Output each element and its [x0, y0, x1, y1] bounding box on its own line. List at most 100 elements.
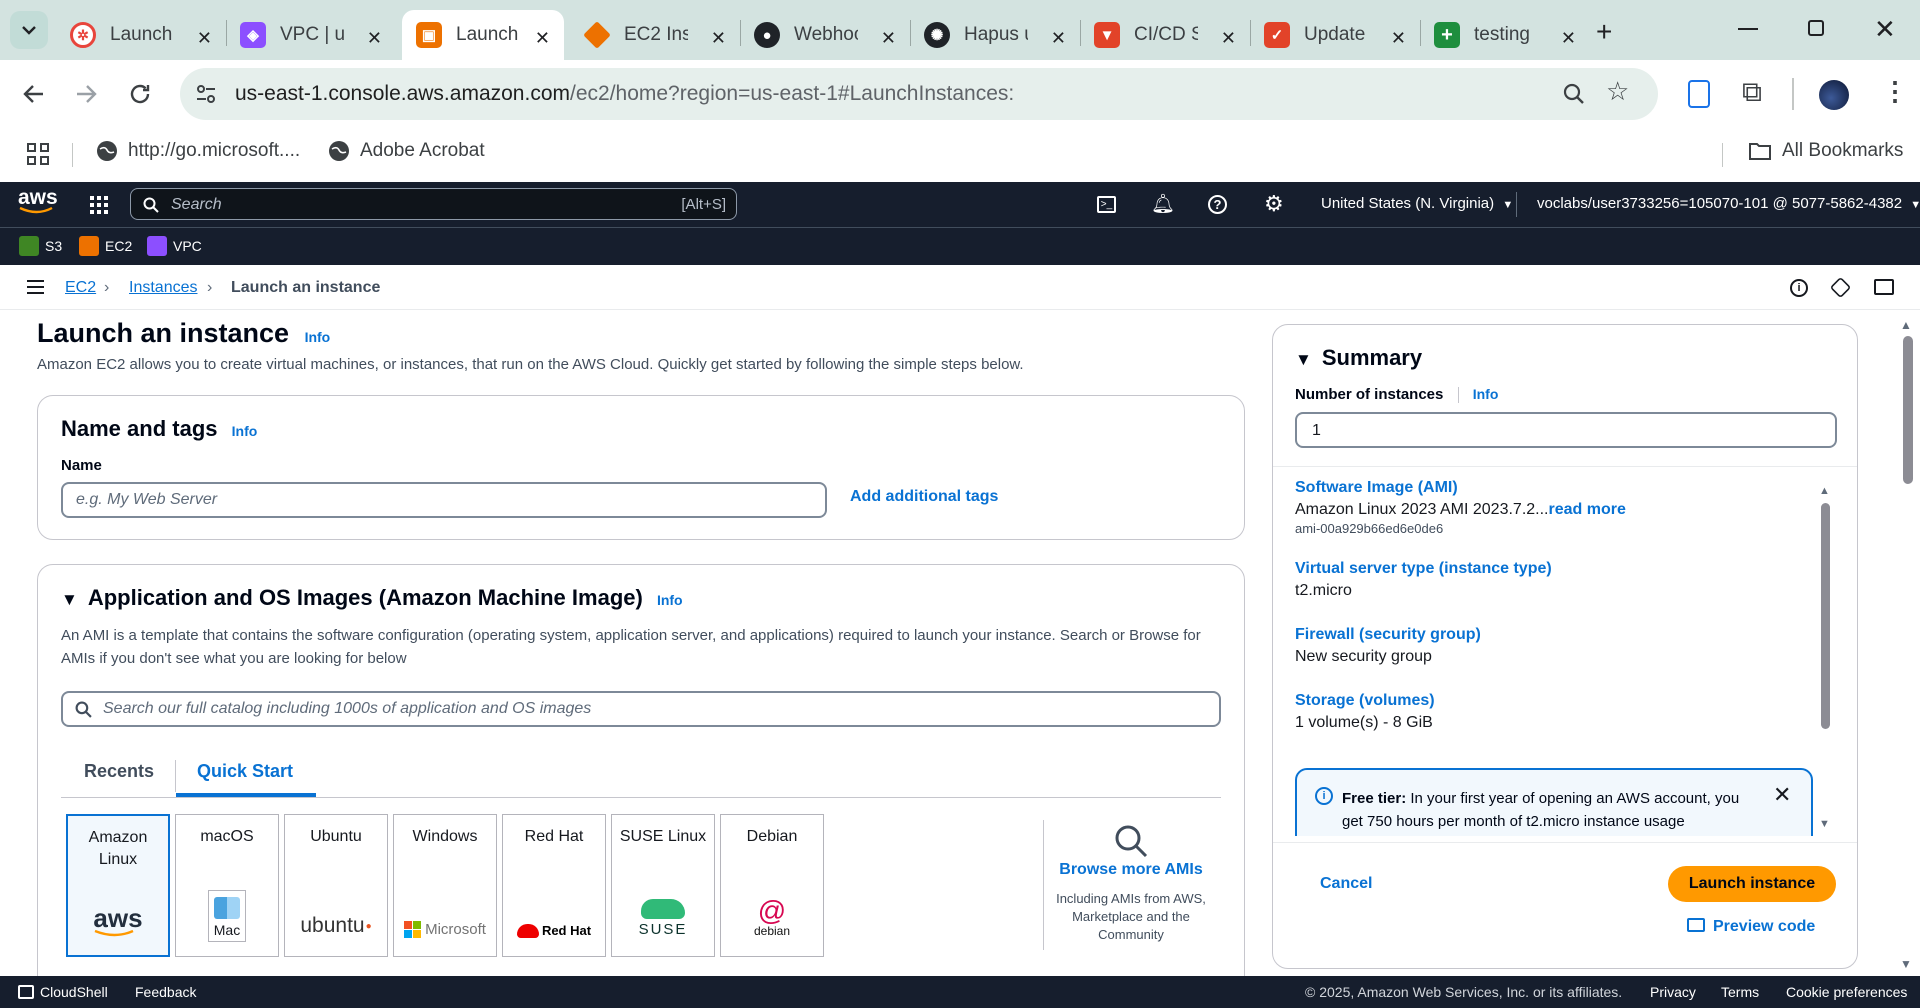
info-panel-icon[interactable]: i: [1790, 279, 1808, 297]
site-settings-icon[interactable]: [194, 82, 218, 106]
tab-close-icon[interactable]: ✕: [881, 28, 896, 49]
summary-scroll-down-icon[interactable]: ▼: [1819, 818, 1830, 830]
summary-firewall-link[interactable]: Firewall (security group): [1295, 626, 1805, 644]
summary-instance-type-link[interactable]: Virtual server type (instance type): [1295, 560, 1805, 578]
terms-link[interactable]: Terms: [1721, 984, 1759, 1000]
bookmarks-divider: [1722, 143, 1723, 167]
ami-card-windows[interactable]: Windows Microsoft: [393, 814, 497, 957]
ami-card-redhat[interactable]: Red Hat Red Hat: [502, 814, 606, 957]
collapse-caret-icon[interactable]: ▼: [61, 590, 78, 609]
zoom-icon[interactable]: [1562, 82, 1586, 106]
ami-info-link[interactable]: Info: [657, 592, 683, 608]
region-selector[interactable]: United States (N. Virginia) ▼: [1321, 195, 1513, 212]
tab-close-icon[interactable]: ✕: [535, 28, 550, 49]
settings-gear-icon[interactable]: ⚙: [1264, 191, 1284, 217]
browser-tab-1[interactable]: ◈ VPC | us ✕: [226, 10, 396, 60]
side-nav-menu-icon[interactable]: [27, 280, 44, 294]
page-scrollbar-thumb[interactable]: [1903, 336, 1913, 484]
extensions-puzzle-icon[interactable]: ⧉: [1742, 76, 1762, 109]
page-info-link[interactable]: Info: [305, 329, 331, 345]
page-scroll-down-icon[interactable]: ▼: [1900, 957, 1912, 971]
bookmark-star-icon[interactable]: ☆: [1606, 76, 1629, 107]
favorite-ec2[interactable]: EC2: [79, 236, 132, 256]
ami-card-amazon-linux[interactable]: Amazon Linux aws: [66, 814, 170, 957]
feedback-screen-icon[interactable]: [1874, 279, 1894, 295]
summary-scrollbar-thumb[interactable]: [1821, 503, 1830, 729]
cloudshell-button[interactable]: CloudShell: [18, 984, 108, 1000]
account-menu[interactable]: voclabs/user3733256=105070-101 @ 5077-58…: [1537, 195, 1920, 212]
browser-tab-4[interactable]: ● Webhoo ✕: [740, 10, 910, 60]
browser-tab-7[interactable]: ✓ Update ✕: [1250, 10, 1420, 60]
aws-logo[interactable]: aws: [18, 187, 58, 214]
summary-scroll-up-icon[interactable]: ▲: [1819, 485, 1830, 497]
browser-tab-8[interactable]: + testing ✕: [1420, 10, 1590, 60]
tab-close-icon[interactable]: ✕: [1051, 28, 1066, 49]
summary-storage-link[interactable]: Storage (volumes): [1295, 692, 1805, 710]
github-icon: ●: [754, 22, 780, 48]
minimize-window-icon[interactable]: [1738, 28, 1758, 30]
apps-grid-icon[interactable]: [27, 143, 49, 165]
name-tags-info-link[interactable]: Info: [232, 423, 258, 439]
browser-tab-active[interactable]: ▣ Launch ✕: [402, 10, 564, 60]
tab-close-icon[interactable]: ✕: [1561, 28, 1576, 49]
tab-quick-start[interactable]: Quick Start: [197, 761, 293, 782]
privacy-link[interactable]: Privacy: [1650, 984, 1696, 1000]
tab-recents[interactable]: Recents: [84, 761, 154, 782]
notifications-bell-icon[interactable]: 🔔︎: [1151, 192, 1175, 216]
reading-mode-icon[interactable]: [1688, 80, 1710, 108]
restore-window-icon[interactable]: [1808, 20, 1824, 36]
tab-search-button[interactable]: [10, 11, 48, 49]
num-instances-info-link[interactable]: Info: [1473, 386, 1499, 402]
browser-menu-icon[interactable]: ⋮: [1882, 76, 1908, 107]
cloudshell-icon[interactable]: >_: [1097, 196, 1116, 213]
tab-close-icon[interactable]: ✕: [1221, 28, 1236, 49]
page-scroll-up-icon[interactable]: ▲: [1900, 318, 1912, 332]
add-additional-tags-link[interactable]: Add additional tags: [850, 488, 998, 506]
favorite-vpc[interactable]: VPC: [147, 236, 202, 256]
collapse-caret-icon[interactable]: ▼: [1295, 350, 1312, 369]
num-instances-input[interactable]: 1: [1295, 412, 1837, 448]
ami-card-ubuntu[interactable]: Ubuntu ubuntu ●: [284, 814, 388, 957]
page-description: Amazon EC2 allows you to create virtual …: [37, 356, 1024, 373]
address-bar[interactable]: us-east-1.console.aws.amazon.com/ec2/hom…: [180, 68, 1658, 120]
help-icon[interactable]: ?: [1208, 195, 1227, 214]
browser-tab-5[interactable]: ✺ Hapus u ✕: [910, 10, 1080, 60]
dismiss-alert-close-icon[interactable]: ✕: [1773, 782, 1791, 808]
back-arrow-icon[interactable]: [22, 82, 46, 106]
forward-arrow-icon[interactable]: [74, 82, 98, 106]
tab-close-icon[interactable]: ✕: [367, 28, 382, 49]
breadcrumb-ec2[interactable]: EC2: [65, 279, 96, 297]
services-menu-icon[interactable]: [90, 196, 108, 214]
browser-tab-0[interactable]: ✲ Launch ✕: [56, 10, 226, 60]
new-tab-plus-icon[interactable]: +: [1596, 16, 1612, 48]
summary-title[interactable]: ▼ Summary: [1295, 345, 1422, 371]
name-input[interactable]: e.g. My Web Server: [61, 482, 827, 518]
cancel-button[interactable]: Cancel: [1320, 875, 1372, 893]
all-bookmarks-button[interactable]: All Bookmarks: [1748, 140, 1903, 162]
tab-close-icon[interactable]: ✕: [1391, 28, 1406, 49]
bookmark-item-1[interactable]: Adobe Acrobat: [328, 140, 485, 162]
profile-avatar[interactable]: [1819, 80, 1849, 110]
favorite-s3[interactable]: S3: [19, 236, 62, 256]
tab-close-icon[interactable]: ✕: [197, 28, 212, 49]
close-window-icon[interactable]: ✕: [1874, 14, 1896, 45]
cookie-preferences-link[interactable]: Cookie preferences: [1786, 984, 1907, 1000]
browser-tab-3[interactable]: EC2 Inst ✕: [570, 10, 740, 60]
tutorials-icon[interactable]: [1829, 276, 1852, 299]
ami-search-input[interactable]: Search our full catalog including 1000s …: [61, 691, 1221, 727]
ami-card-debian[interactable]: Debian @ debian: [720, 814, 824, 957]
breadcrumb-instances[interactable]: Instances: [129, 279, 197, 297]
read-more-link[interactable]: read more: [1549, 501, 1626, 518]
tab-close-icon[interactable]: ✕: [711, 28, 726, 49]
browser-tab-6[interactable]: ▼ CI/CD S ✕: [1080, 10, 1250, 60]
ami-card-macos[interactable]: macOS Mac: [175, 814, 279, 957]
summary-ami-link[interactable]: Software Image (AMI): [1295, 479, 1805, 497]
bookmark-item-0[interactable]: http://go.microsoft....: [96, 140, 300, 162]
reload-icon[interactable]: [128, 82, 152, 106]
ami-card-suse[interactable]: SUSE Linux SUSE: [611, 814, 715, 957]
feedback-link[interactable]: Feedback: [135, 984, 196, 1000]
preview-code-button[interactable]: Preview code: [1687, 918, 1815, 936]
browse-more-amis-link[interactable]: Browse more AMIs: [1050, 861, 1212, 879]
launch-instance-button[interactable]: Launch instance: [1668, 866, 1836, 902]
aws-search-input[interactable]: Search [Alt+S]: [130, 188, 737, 220]
